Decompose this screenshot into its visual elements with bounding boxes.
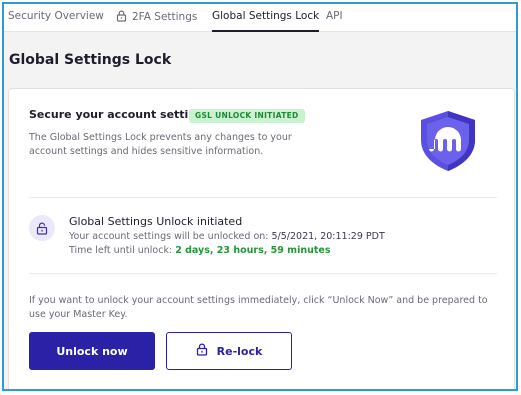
- kraken-shield-icon: [417, 109, 479, 177]
- unlock-icon: [29, 215, 55, 241]
- relock-button[interactable]: Re-lock: [166, 332, 292, 370]
- time-left-value: 2 days, 23 hours, 59 minutes: [175, 245, 331, 256]
- relock-label: Re-lock: [216, 344, 263, 358]
- settings-lock-card: Secure your account settings GSL UNLOCK …: [8, 88, 515, 389]
- tab-global-settings-lock[interactable]: Global Settings Lock: [212, 10, 320, 32]
- unlock-date-value: 5/5/2021, 20:11:29 PDT: [271, 231, 385, 242]
- tab-label: Global Settings Lock: [212, 10, 320, 22]
- time-left-label: Time left until unlock:: [69, 245, 173, 256]
- status-badge: GSL UNLOCK INITIATED: [189, 109, 305, 123]
- lock-icon: [116, 10, 127, 25]
- unlock-date-label: Your account settings will be unlocked o…: [69, 231, 269, 242]
- lock-icon: [196, 343, 208, 359]
- card-title: Secure your account settings: [29, 108, 211, 121]
- unlock-notice: If you want to unlock your account setti…: [29, 295, 488, 320]
- time-left-line: Time left until unlock: 2 days, 23 hours…: [69, 245, 331, 256]
- status-title: Global Settings Unlock initiated: [69, 215, 243, 228]
- tab-label: 2FA Settings: [132, 11, 198, 23]
- unlock-date-line: Your account settings will be unlocked o…: [69, 231, 385, 242]
- tab-api[interactable]: API: [326, 10, 343, 32]
- unlock-now-button[interactable]: Unlock now: [29, 332, 155, 370]
- divider: [29, 273, 497, 274]
- app-frame: Security Overview 2FA Settings Global Se…: [2, 2, 518, 391]
- divider: [29, 197, 497, 198]
- page-title: Global Settings Lock: [9, 52, 172, 68]
- tab-label: Security Overview: [8, 10, 104, 22]
- tab-label: API: [326, 10, 343, 22]
- tab-bar: Security Overview 2FA Settings Global Se…: [4, 4, 516, 32]
- tab-2fa-settings[interactable]: 2FA Settings: [116, 10, 197, 32]
- tab-security-overview[interactable]: Security Overview: [8, 10, 104, 32]
- card-description: The Global Settings Lock prevents any ch…: [29, 132, 292, 157]
